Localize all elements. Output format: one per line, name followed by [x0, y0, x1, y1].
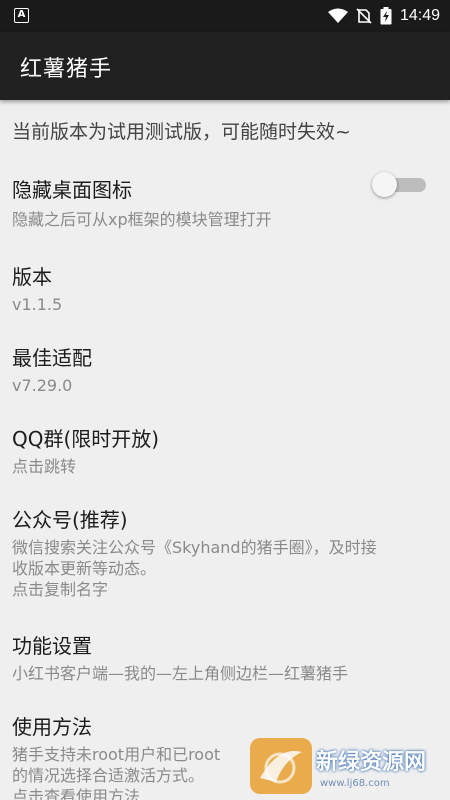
- app-bar: 红薯猪手: [0, 32, 450, 100]
- settings-item-feature-settings[interactable]: 功能设置 小红书客户端—我的—左上角侧边栏—红薯猪手: [0, 614, 450, 692]
- item-subtitle: 小红书客户端—我的—左上角侧边栏—红薯猪手: [12, 664, 349, 683]
- toggle-thumb: [372, 172, 397, 197]
- item-subtitle: v1.1.5: [12, 295, 63, 314]
- item-subtitle: v7.29.0: [12, 376, 73, 395]
- item-subtitle: 点击跳转: [12, 457, 77, 476]
- settings-item-official-account[interactable]: 公众号(推荐) 微信搜索关注公众号《Skyhand的猪手圈》，及时接 收版本更新…: [0, 488, 450, 608]
- status-time: 14:49: [399, 7, 440, 24]
- settings-list: 当前版本为试用测试版，可能随时失效~ 隐藏桌面图标 隐藏之后可从xp框架的模块管…: [0, 100, 450, 800]
- item-subtitle-line: 收版本更新等动态。: [12, 559, 157, 578]
- watermark-url: www.lj68.com: [320, 778, 390, 789]
- site-watermark: 新绿资源网 www.lj68.com: [250, 732, 450, 800]
- item-subtitle-line: 微信搜索关注公众号《Skyhand的猪手圈》，及时接: [12, 538, 377, 557]
- settings-item-best-fit[interactable]: 最佳适配 v7.29.0: [0, 326, 450, 404]
- wifi-icon: [327, 8, 348, 23]
- status-icons: 14:49: [327, 0, 440, 32]
- item-title: 公众号(推荐): [12, 508, 128, 532]
- item-title: 最佳适配: [12, 346, 92, 370]
- hide-icon-toggle[interactable]: [372, 172, 428, 197]
- item-subtitle: 隐藏之后可从xp框架的模块管理打开: [12, 210, 272, 229]
- item-subtitle-line: 点击复制名字: [12, 580, 109, 599]
- settings-item-qq-group[interactable]: QQ群(限时开放) 点击跳转: [0, 407, 450, 485]
- item-title: 隐藏桌面图标: [12, 178, 132, 202]
- item-title: QQ群(限时开放): [12, 427, 160, 451]
- settings-item-version[interactable]: 版本 v1.1.5: [0, 245, 450, 323]
- battery-charging-icon: [380, 7, 392, 25]
- app-title: 红薯猪手: [20, 57, 113, 82]
- watermark-logo-icon: [250, 738, 312, 794]
- trial-notice: 当前版本为试用测试版，可能随时失效~: [12, 121, 351, 143]
- item-title: 使用方法: [12, 715, 92, 739]
- no-sim-icon: [356, 8, 372, 24]
- accessibility-notification-icon: A: [14, 8, 29, 23]
- status-bar: A 14:49: [0, 0, 450, 32]
- item-title: 功能设置: [12, 634, 92, 658]
- item-title: 版本: [12, 265, 52, 289]
- watermark-text: 新绿资源网: [316, 750, 427, 775]
